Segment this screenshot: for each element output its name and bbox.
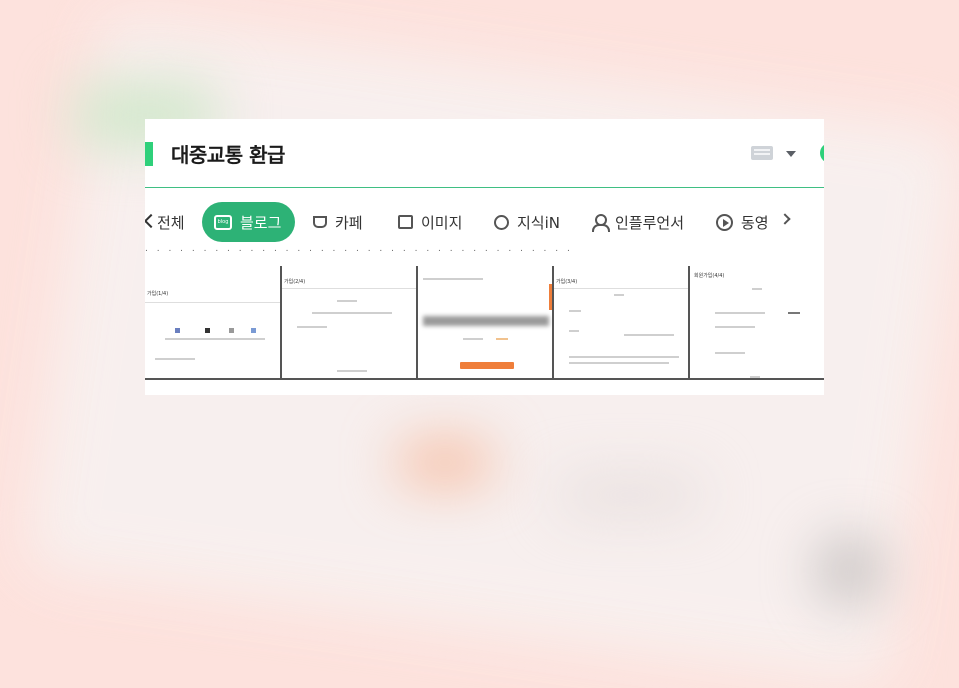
search-header: 대중교통 환급 (145, 119, 824, 188)
text-line (155, 358, 195, 360)
background-blob (820, 540, 880, 600)
tab-label: 전체 (157, 213, 185, 232)
divider (554, 288, 688, 289)
text-line (297, 326, 327, 328)
tab-cafe[interactable]: 카페 (313, 202, 363, 242)
blurred-text (423, 316, 549, 326)
text-line (312, 312, 392, 314)
text-line (337, 370, 367, 372)
tab-label: 블로그 (240, 213, 282, 232)
text-line (715, 326, 755, 328)
tab-all[interactable]: 전체 (145, 202, 185, 242)
thumbnail-title: 가입(3/4) (556, 279, 578, 285)
step-icon (175, 328, 180, 333)
thumbnail-title: 회원가입(4/4) (694, 273, 725, 279)
text-line (165, 338, 265, 340)
text-line (624, 334, 674, 336)
image-thumbnail-strip[interactable]: 가입(1/4) 가입(2/4) 가입(3/4) 회원가입(4/4) (145, 266, 824, 380)
tab-blog[interactable]: blog 블로그 (202, 202, 296, 242)
text-line (750, 376, 760, 378)
background-blob (560, 480, 700, 510)
thumbnail-2[interactable]: 가입(2/4) (282, 266, 416, 380)
tab-video[interactable]: 동영 (716, 202, 769, 242)
text-line (715, 352, 745, 354)
tab-influencer[interactable]: 인플루언서 (592, 202, 684, 242)
tab-image[interactable]: 이미지 (398, 202, 462, 242)
thumbnail-1[interactable]: 가입(1/4) (145, 266, 280, 380)
text-line (463, 338, 483, 340)
thumbnail-title: 가입(1/4) (147, 291, 169, 297)
search-query[interactable]: 대중교통 환급 (171, 139, 285, 168)
tab-label: 동영 (741, 213, 769, 232)
search-button[interactable] (820, 143, 824, 163)
text-line (569, 330, 579, 332)
tab-bar: 전체 blog 블로그 카페 이미지 지식iN 인플루언서 동영 (145, 202, 824, 242)
thumbnail-3[interactable] (418, 266, 552, 380)
tab-label: 카페 (335, 213, 363, 232)
text-line (752, 288, 762, 290)
caret-down-icon[interactable] (786, 151, 796, 157)
step-icon (229, 328, 234, 333)
tab-kin[interactable]: 지식iN (494, 202, 560, 242)
divider (145, 302, 280, 303)
blog-icon: blog (214, 214, 232, 230)
play-icon (716, 213, 733, 231)
text-line (337, 300, 357, 302)
divider (282, 288, 416, 289)
step-icon (205, 328, 210, 333)
text-line (569, 356, 679, 358)
image-icon (398, 215, 413, 229)
orange-button-image (460, 362, 514, 369)
accent-bar (145, 142, 153, 166)
text-line (715, 312, 765, 314)
tab-label: 지식iN (517, 213, 560, 232)
tab-label: 인플루언서 (615, 213, 685, 232)
thumbnail-title: 가입(2/4) (284, 279, 306, 285)
thumbnail-4[interactable]: 가입(3/4) (554, 266, 688, 380)
person-icon (592, 214, 610, 232)
text-line (496, 338, 508, 340)
background-blob (400, 445, 490, 480)
speech-bubble-icon (494, 214, 509, 230)
cup-icon (313, 216, 327, 228)
text-line (569, 310, 581, 312)
cropped-text-line: . . . . . . . . . . . . . . . . . . . . … (145, 244, 573, 254)
thumbnail-5[interactable]: 회원가입(4/4) (690, 266, 824, 380)
text-line (423, 278, 483, 280)
search-result-card: 대중교통 환급 전체 blog 블로그 카페 이미지 지식iN 인플루언서 동영… (145, 119, 824, 395)
text-line (788, 312, 800, 314)
tab-label: 이미지 (421, 213, 463, 232)
keyboard-icon[interactable] (751, 146, 773, 160)
text-line (614, 294, 624, 296)
text-line (569, 362, 669, 364)
step-icon (251, 328, 256, 333)
